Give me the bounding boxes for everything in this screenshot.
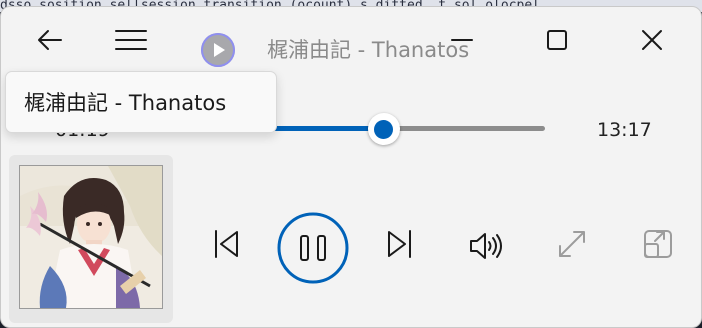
menu-button[interactable] [108, 17, 154, 63]
next-track-icon [388, 230, 411, 258]
album-art [19, 165, 163, 309]
maximize-button[interactable] [534, 17, 580, 63]
mini-player-window: 梶浦由記 - Thanatos 梶浦由記 - Thanatos 01:19 13… [0, 6, 702, 328]
pause-icon [277, 212, 349, 284]
album-art-card[interactable] [9, 155, 173, 323]
previous-track-icon [215, 230, 238, 258]
mini-player-icon [644, 230, 672, 258]
volume-button[interactable] [465, 225, 507, 267]
album-art-illustration [20, 166, 162, 308]
volume-icon [470, 233, 502, 259]
maximize-icon [547, 30, 567, 50]
previous-track-button[interactable] [205, 223, 247, 265]
hamburger-menu-icon [115, 30, 147, 50]
back-arrow-icon [38, 30, 62, 50]
close-button[interactable] [629, 17, 675, 63]
minimize-button[interactable] [439, 17, 485, 63]
mini-player-button[interactable] [637, 223, 679, 265]
play-pause-button[interactable] [277, 212, 349, 284]
back-button[interactable] [27, 17, 73, 63]
fullscreen-icon [559, 231, 585, 257]
fullscreen-button[interactable] [551, 223, 593, 265]
seek-thumb[interactable] [367, 113, 400, 145]
play-circle-icon [201, 33, 235, 67]
minimize-icon [451, 39, 473, 41]
next-track-button[interactable] [379, 223, 421, 265]
close-icon [642, 30, 662, 50]
total-duration: 13:17 [597, 119, 652, 141]
title-tooltip: 梶浦由記 - Thanatos [5, 71, 277, 133]
